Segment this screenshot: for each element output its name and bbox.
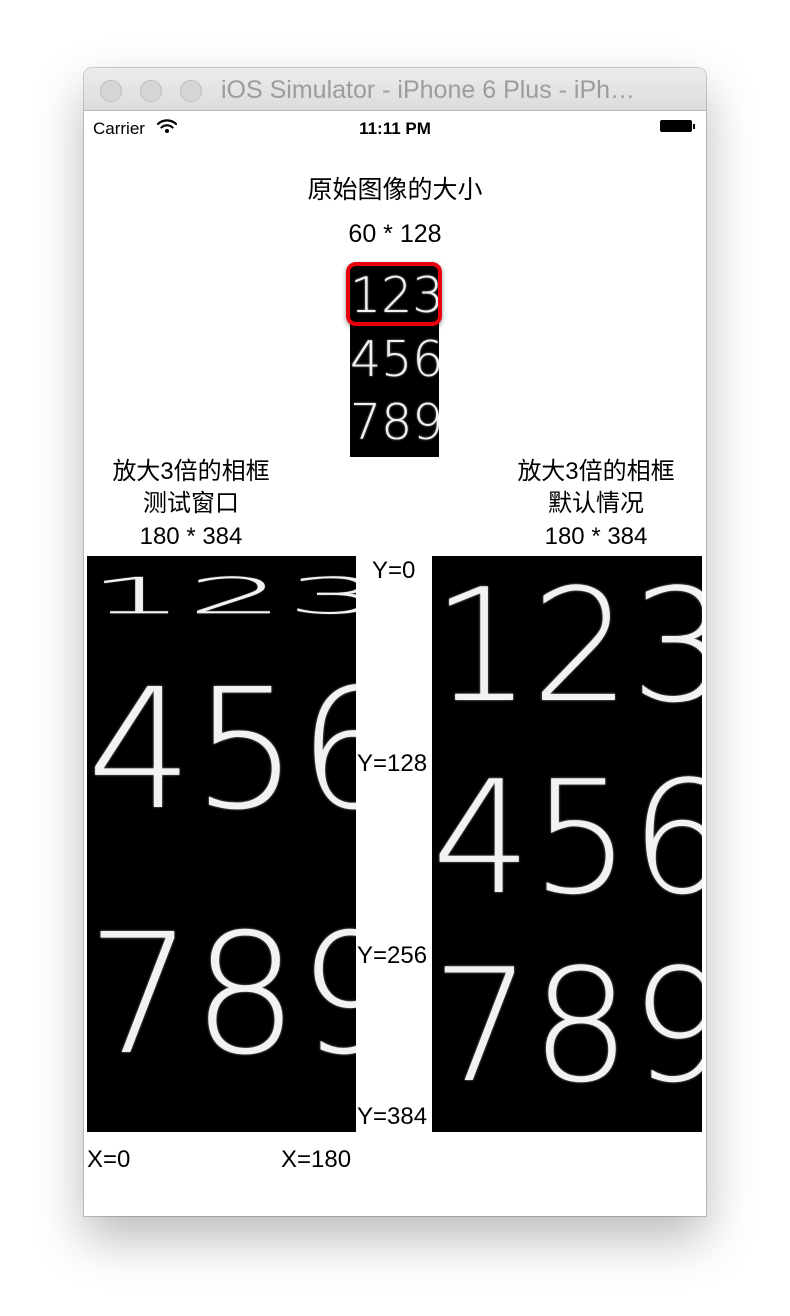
y-marker-0: Y=0 — [372, 557, 416, 584]
carrier-label: Carrier — [93, 119, 145, 138]
window-title: iOS Simulator - iPhone 6 Plus - iPh… — [221, 76, 636, 104]
left-panel-title: 放大3倍的相框 — [112, 458, 270, 485]
crop-frame — [346, 262, 442, 326]
left-row-1: 123 — [87, 566, 356, 626]
x-marker-0: X=0 — [87, 1146, 131, 1173]
left-zoomed-image: 123 456 789 — [87, 556, 356, 1132]
minimize-button[interactable] — [140, 80, 162, 102]
right-panel-title: 放大3倍的相框 — [517, 458, 675, 485]
right-row-1: 123 — [432, 556, 702, 737]
status-time: 11:11 PM — [359, 119, 431, 138]
left-row-2: 456 — [87, 654, 356, 847]
y-marker-256: Y=256 — [357, 942, 428, 969]
x-marker-180: X=180 — [281, 1146, 352, 1173]
phone-screen: Carrier 11:11 PM 原始图像的大小 60 * 128 123 45… — [84, 111, 706, 1216]
simulator-window: iOS Simulator - iPhone 6 Plus - iPh… Car… — [84, 68, 706, 1216]
original-row-3: 789 — [350, 394, 439, 451]
battery-icon — [660, 120, 692, 132]
original-row-2: 456 — [350, 331, 439, 388]
wifi-icon — [157, 119, 177, 133]
original-title: 原始图像的大小 — [307, 176, 483, 204]
zoom-button[interactable] — [180, 80, 202, 102]
original-size: 60 * 128 — [348, 220, 442, 248]
left-row-3: 789 — [87, 899, 356, 1092]
battery-tip — [693, 124, 695, 129]
right-zoomed-image: 123 456 789 — [432, 556, 702, 1132]
window-titlebar: iOS Simulator - iPhone 6 Plus - iPh… — [84, 68, 706, 111]
left-panel-size: 180 * 384 — [139, 523, 243, 550]
right-panel-subtitle: 默认情况 — [548, 490, 644, 517]
right-row-3: 789 — [432, 935, 702, 1117]
right-panel-size: 180 * 384 — [544, 523, 648, 550]
close-button[interactable] — [100, 80, 122, 102]
left-panel-subtitle: 测试窗口 — [143, 490, 239, 517]
y-marker-384: Y=384 — [357, 1103, 428, 1130]
y-marker-128: Y=128 — [357, 750, 428, 777]
right-row-2: 456 — [432, 747, 702, 929]
